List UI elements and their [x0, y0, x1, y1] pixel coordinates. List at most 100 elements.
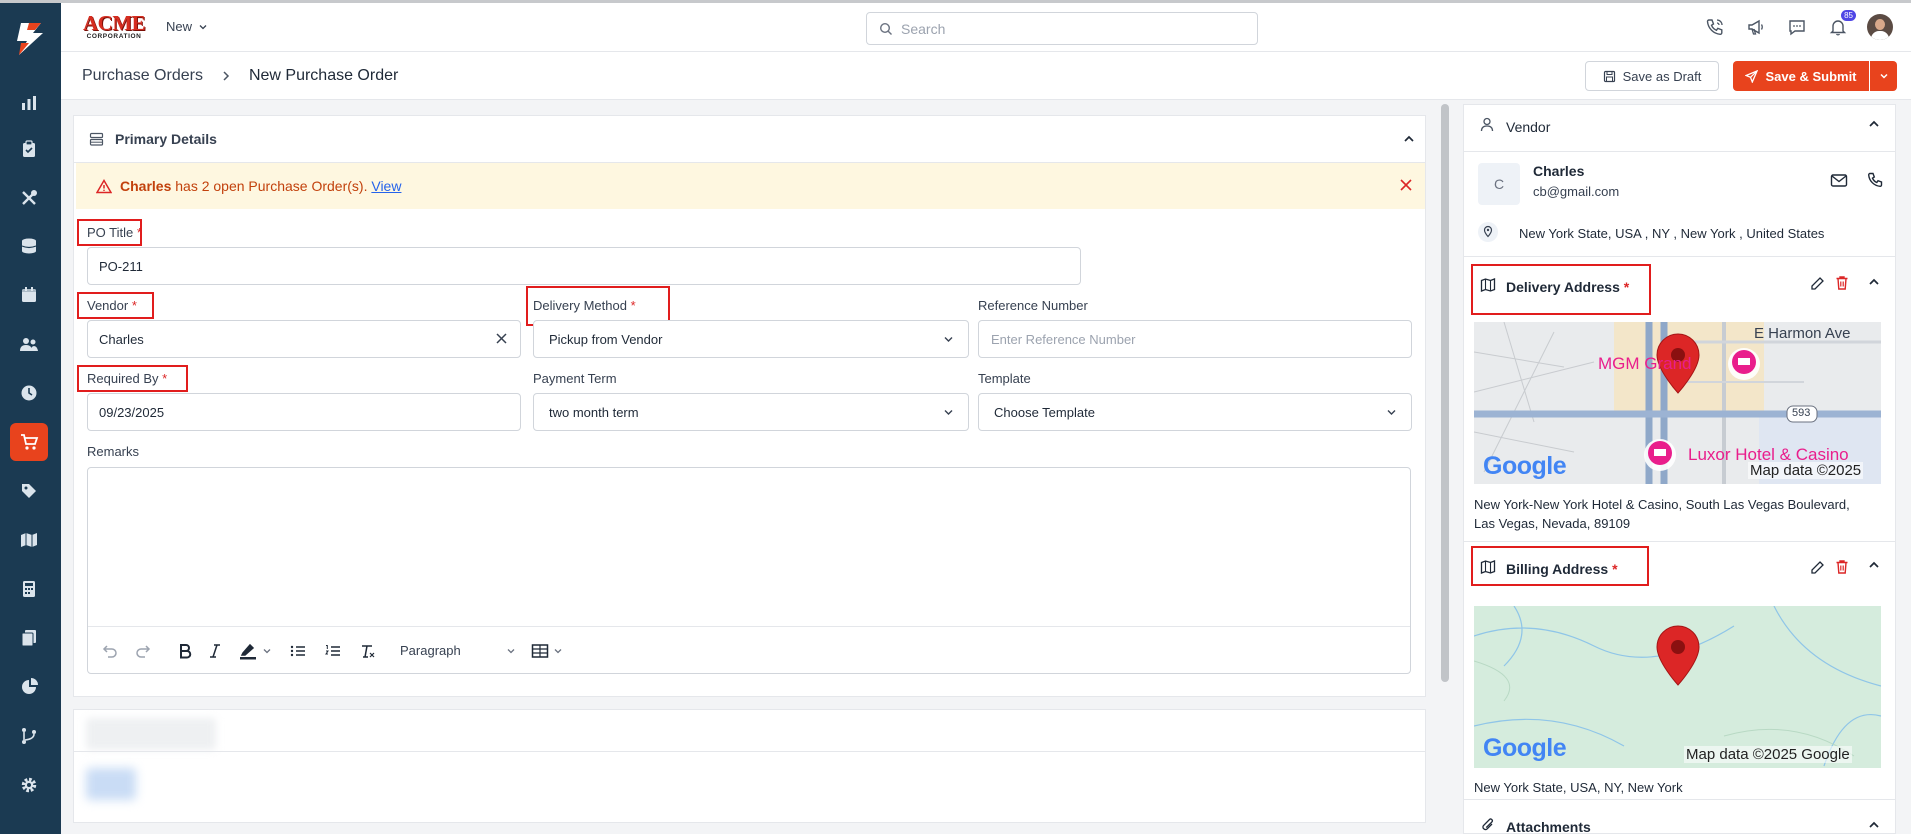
paragraph-style-select[interactable]: Paragraph — [394, 638, 522, 664]
delivery-method-label: Delivery Method * — [533, 298, 636, 313]
notifications-button[interactable]: 85 — [1826, 10, 1856, 39]
reference-number-input[interactable]: Enter Reference Number — [978, 320, 1412, 358]
map-icon — [1480, 278, 1496, 292]
app-logo-icon[interactable] — [9, 17, 51, 59]
payment-term-select[interactable]: two month term — [533, 393, 969, 431]
save-as-draft-button[interactable]: Save as Draft — [1585, 61, 1719, 91]
sidebar-item-time[interactable] — [10, 374, 48, 412]
editor-toolbar: Paragraph — [88, 626, 1410, 674]
phone-call-icon — [1706, 19, 1723, 35]
redo-button[interactable] — [135, 643, 153, 659]
attachments-section: Attachments — [1464, 800, 1895, 834]
chevron-up-icon[interactable] — [1868, 277, 1880, 287]
clear-format-button[interactable] — [359, 643, 377, 659]
sidebar-item-settings[interactable] — [10, 766, 48, 804]
trash-icon[interactable] — [1835, 559, 1849, 575]
bold-button[interactable] — [178, 643, 192, 659]
chevron-down-icon — [507, 648, 515, 653]
numbered-list-button[interactable] — [324, 643, 342, 659]
line-items-card — [73, 709, 1426, 823]
highlight-button[interactable] — [238, 642, 272, 660]
phone-button[interactable] — [1703, 15, 1727, 39]
required-by-date-input[interactable]: 09/23/2025 — [87, 393, 521, 431]
primary-details-card: Primary Details Charles has 2 open Purch… — [73, 115, 1426, 697]
chevron-up-icon[interactable] — [1868, 119, 1880, 129]
redo-icon — [136, 644, 151, 658]
messages-button[interactable] — [1785, 15, 1809, 39]
announcements-button[interactable] — [1744, 15, 1768, 39]
sidebar-item-invoices[interactable] — [10, 570, 48, 608]
sidebar-item-calendar[interactable] — [10, 276, 48, 314]
user-avatar[interactable] — [1867, 14, 1893, 40]
po-title-input[interactable]: PO-211 — [87, 247, 1081, 285]
sidebar-item-workflows[interactable] — [10, 717, 48, 755]
required-marker: * — [630, 298, 636, 313]
delivery-address-line2: Las Vegas, Nevada, 89109 — [1474, 516, 1631, 531]
italic-icon — [210, 643, 220, 658]
chevron-down-icon — [1879, 73, 1888, 79]
undo-button[interactable] — [100, 643, 118, 659]
template-select[interactable]: Choose Template — [978, 393, 1412, 431]
map-icon — [21, 533, 37, 547]
close-icon[interactable] — [1399, 178, 1413, 192]
billing-address-title: Billing Address * — [1506, 561, 1618, 577]
company-logo[interactable]: ACME CORPORATION — [83, 13, 146, 42]
pencil-icon[interactable] — [1810, 276, 1825, 291]
map-attribution: Map data ©2025 Google — [1684, 746, 1852, 763]
map-route-label: 593 — [1792, 407, 1811, 419]
delivery-address-title: Delivery Address * — [1506, 279, 1629, 295]
remarks-editor[interactable]: Paragraph — [87, 467, 1411, 674]
map-street-label: E Harmon Ave — [1754, 325, 1851, 342]
company-logo-subtitle: CORPORATION — [86, 33, 142, 40]
blurred-button — [86, 768, 136, 800]
mail-icon[interactable] — [1830, 173, 1848, 188]
save-and-submit-button[interactable]: Save & Submit — [1733, 61, 1869, 91]
save-options-dropdown[interactable] — [1870, 61, 1897, 91]
sidebar-item-parts[interactable] — [10, 472, 48, 510]
vendor-section: Vendor C Charles cb@gmail.com New York S… — [1464, 105, 1895, 257]
pencil-icon[interactable] — [1810, 560, 1825, 575]
sidebar-item-assets[interactable] — [10, 227, 48, 265]
sidebar-item-locations[interactable] — [10, 521, 48, 559]
table-button[interactable] — [531, 643, 563, 659]
phone-icon[interactable] — [1867, 172, 1884, 189]
template-value: Choose Template — [994, 404, 1095, 420]
delivery-method-select[interactable]: Pickup from Vendor — [533, 320, 969, 358]
chevron-up-icon[interactable] — [1868, 820, 1880, 830]
map-poi-mgm: MGM Grand — [1598, 354, 1692, 373]
sidebar-item-purchase-orders[interactable] — [10, 423, 48, 461]
sidebar-item-reports[interactable] — [10, 84, 48, 122]
vendor-location: New York State, USA , NY , New York , Un… — [1519, 226, 1825, 241]
vendor-name: Charles — [1533, 163, 1585, 179]
billing-map[interactable]: Google Map data ©2025 Google — [1474, 606, 1881, 768]
sidebar-item-work-orders[interactable] — [10, 130, 48, 168]
remarks-label: Remarks — [87, 444, 140, 459]
search-input[interactable]: Search — [866, 12, 1258, 45]
clear-icon[interactable] — [495, 332, 508, 345]
vendor-select[interactable]: Charles — [87, 320, 521, 358]
top-bar: ACME CORPORATION New Search 85 — [61, 3, 1911, 52]
alert-view-link[interactable]: View — [371, 178, 401, 194]
italic-button[interactable] — [209, 643, 221, 659]
avatar-face — [1875, 19, 1885, 30]
map-icon — [1480, 560, 1496, 574]
trash-icon[interactable] — [1835, 275, 1849, 291]
payment-term-label: Payment Term — [533, 371, 617, 386]
delivery-map[interactable]: E Harmon Ave MGM Grand 593 Luxor Hotel &… — [1474, 322, 1881, 484]
google-logo: Google — [1483, 452, 1567, 480]
chevron-up-icon[interactable] — [1403, 134, 1415, 144]
chevron-up-icon[interactable] — [1868, 560, 1880, 570]
chevron-down-icon — [263, 648, 271, 653]
sidebar-item-maintenance[interactable] — [10, 179, 48, 217]
primary-details-header[interactable]: Primary Details — [74, 116, 1425, 163]
breadcrumb-parent-link[interactable]: Purchase Orders — [82, 67, 203, 85]
new-dropdown[interactable]: New — [166, 19, 208, 34]
sidebar-item-analytics[interactable] — [10, 668, 48, 706]
clock-icon — [21, 385, 37, 401]
bar-chart-icon — [22, 96, 36, 110]
sidebar-item-people[interactable] — [10, 325, 48, 363]
sidebar-item-documents[interactable] — [10, 619, 48, 657]
main-scrollbar[interactable] — [1441, 104, 1449, 682]
bullet-list-button[interactable] — [289, 643, 307, 659]
chevron-down-icon — [199, 24, 207, 29]
